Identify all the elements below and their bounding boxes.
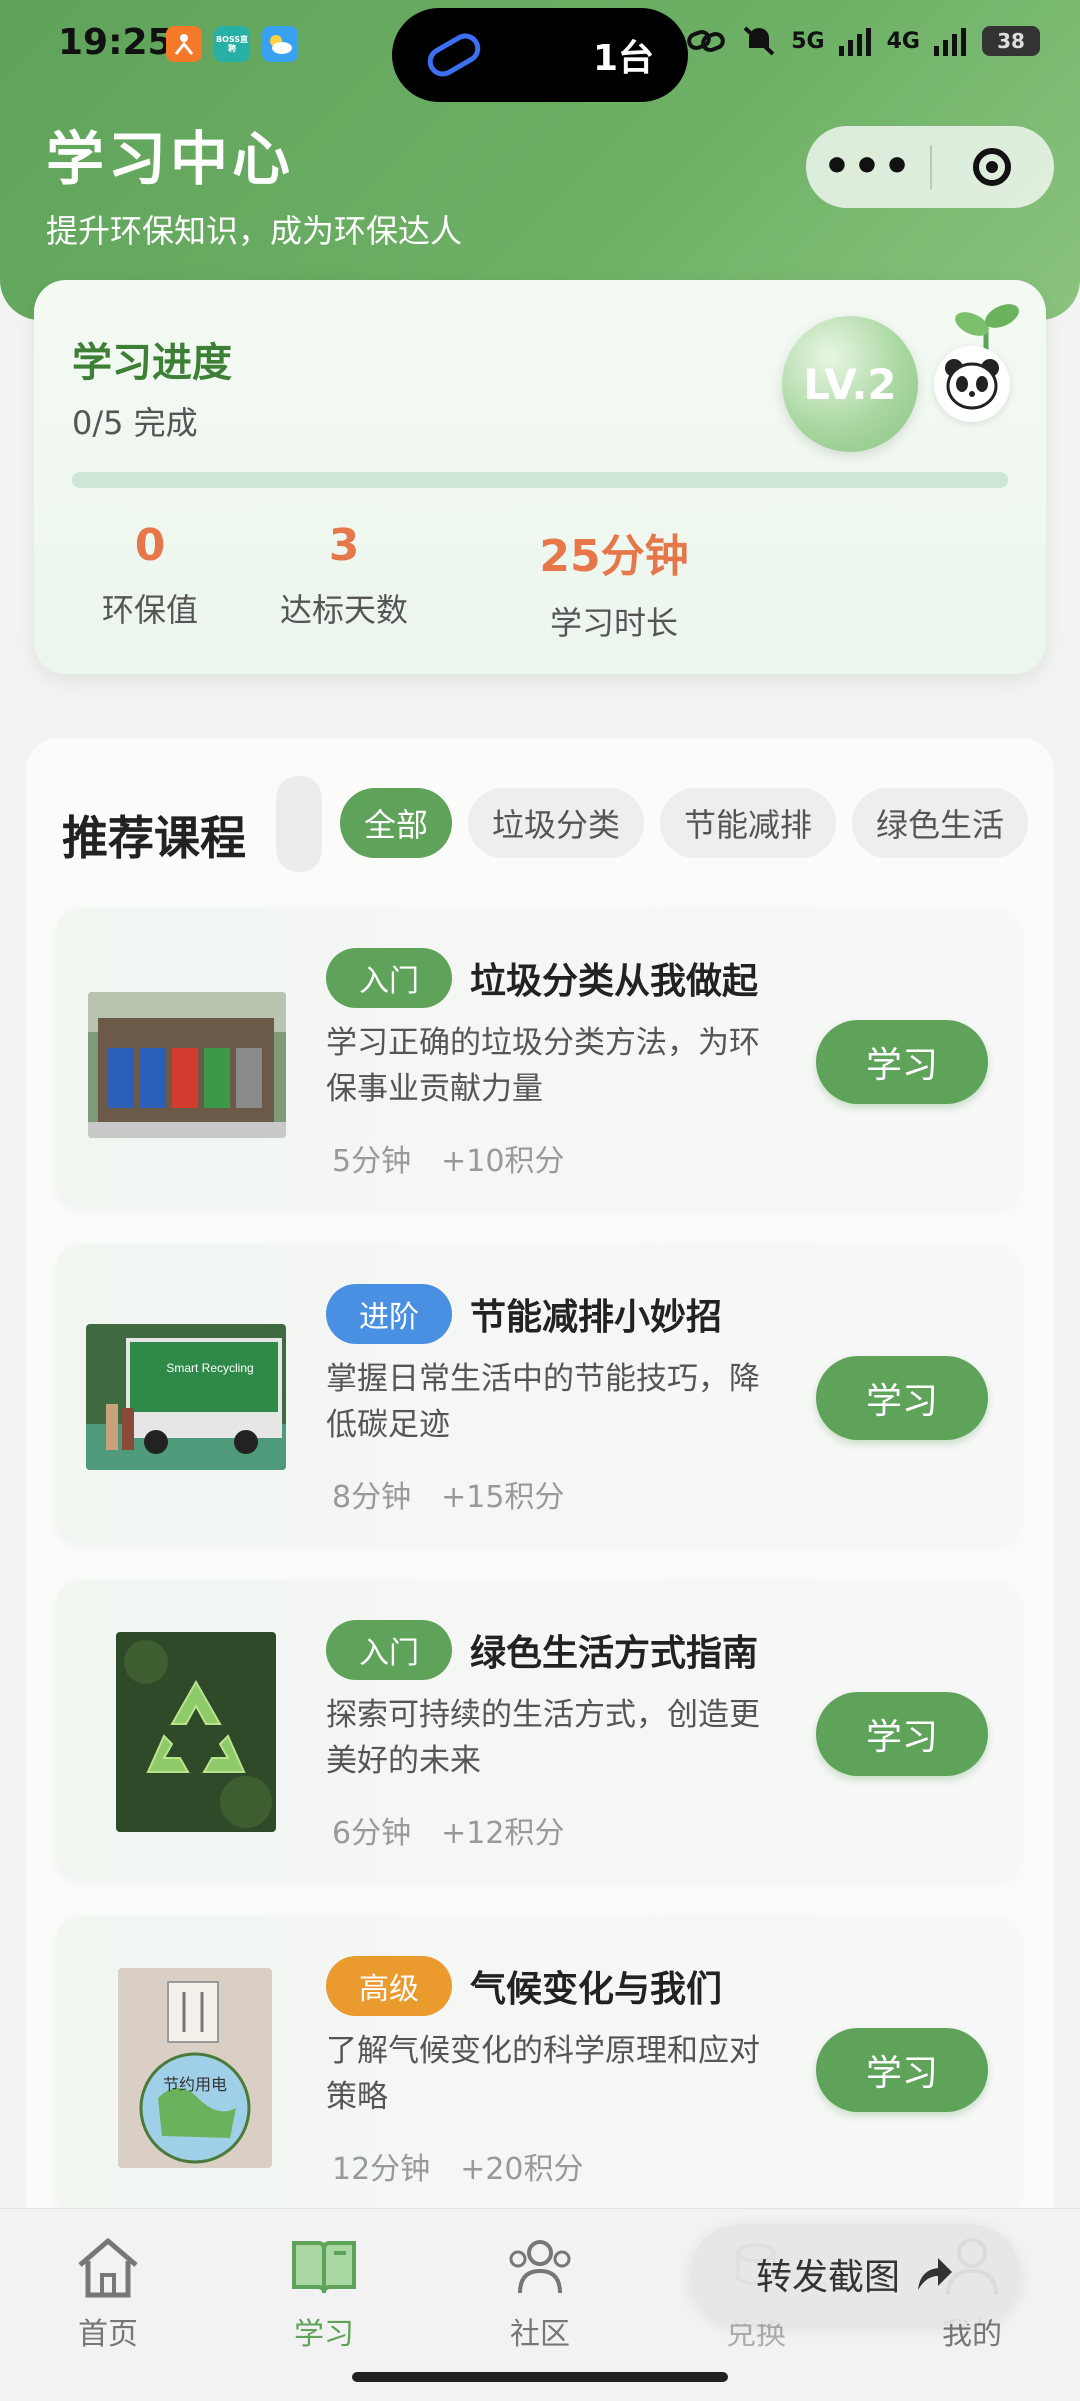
battery-icon: 38 [982, 26, 1040, 56]
sign-text: 节约用电 [163, 2076, 227, 2094]
stat-value: 3 [328, 520, 360, 571]
course-description: 探索可持续的生活方式，创造更美好的未来 [326, 1697, 760, 1779]
stat-value: 0 [134, 520, 166, 571]
miniprogram-capsule: ••• [806, 126, 1054, 208]
study-button[interactable]: 学习 [816, 1356, 988, 1440]
progress-completed: 0/5 完成 [72, 404, 198, 442]
course-thumbnail: Smart Recycling [86, 1324, 286, 1470]
app-notification-icon [166, 26, 202, 62]
course-meta: 12分钟 +20积分 [332, 2144, 584, 2188]
section-title: 推荐课程 [62, 811, 246, 865]
course-duration: 12分钟 [332, 2152, 431, 2187]
course-thumbnail [116, 1632, 276, 1832]
course-card[interactable]: 入门 垃圾分类从我做起 学习正确的垃圾分类方法，为环保事业贡献力量 5分钟 +1… [56, 908, 1020, 1208]
network-4g-label: 4G [886, 28, 920, 54]
course-card[interactable]: Smart Recycling 进阶 节能减排小妙招 掌握日常生活中的节能技巧，… [56, 1244, 1020, 1544]
panda-avatar[interactable] [934, 346, 1010, 422]
stat-study-time: 25分钟 学习时长 [464, 520, 764, 644]
tab-study[interactable]: 学习 [254, 2233, 394, 2353]
course-points: +20积分 [460, 2152, 584, 2187]
course-thumbnail [88, 992, 286, 1138]
course-thumbnail: 节约用电 [118, 1968, 272, 2168]
progress-title: 学习进度 [72, 340, 232, 386]
stat-label: 环保值 [101, 591, 198, 629]
status-app-icons: BOSS直聘 [166, 26, 298, 62]
course-meta: 5分钟 +10积分 [332, 1136, 564, 1180]
book-icon [292, 2241, 356, 2294]
level-badge: LV.2 [782, 316, 918, 452]
level-badge: 入门 [326, 948, 452, 1008]
boss-app-icon: BOSS直聘 [214, 26, 250, 62]
tab-label: 学习 [294, 2317, 354, 2352]
course-description: 学习正确的垃圾分类方法，为环保事业贡献力量 [326, 1025, 760, 1107]
stat-value: 25分钟 [539, 531, 689, 582]
level-badge: 入门 [326, 1620, 452, 1680]
study-button[interactable]: 学习 [816, 1020, 988, 1104]
close-miniprogram-button[interactable] [932, 148, 1052, 186]
home-icon [78, 2238, 138, 2298]
share-screenshot-button[interactable]: 转发截图 [690, 2224, 1020, 2324]
study-button[interactable]: 学习 [816, 1692, 988, 1776]
level-badge: 进阶 [326, 1284, 452, 1344]
home-indicator[interactable] [352, 2372, 728, 2382]
level-badge: 高级 [326, 1956, 452, 2016]
mute-icon [743, 26, 775, 56]
course-title: 节能减排小妙招 [470, 1297, 723, 1338]
tabs-scroll-edge [276, 776, 322, 872]
course-title: 垃圾分类从我做起 [470, 961, 759, 1002]
hotspot-link-icon [687, 29, 726, 53]
status-bar: 19:25 BOSS直聘 1台 5G 4G 38 [0, 0, 1080, 102]
status-time: 19:25 [58, 22, 173, 63]
stat-label: 学习时长 [549, 604, 678, 642]
status-indicators: 5G 4G 38 [687, 24, 1040, 58]
more-menu-button[interactable]: ••• [806, 137, 930, 197]
truck-sign-text: Smart Recycling [166, 1361, 253, 1375]
signal-icon [838, 28, 871, 56]
tab-garbage-sorting[interactable]: 垃圾分类 [468, 788, 645, 858]
tab-label: 社区 [510, 2317, 570, 2352]
course-title: 气候变化与我们 [470, 1969, 723, 2010]
learning-progress-card: 学习进度 0/5 完成 LV.2 0 环保值 3 达标天数 25分钟 学习时长 [34, 280, 1046, 674]
course-meta: 6分钟 +12积分 [332, 1808, 564, 1852]
course-points: +15积分 [441, 1480, 565, 1515]
course-duration: 6分钟 [332, 1816, 412, 1851]
dynamic-island[interactable]: 1台 [392, 8, 688, 102]
stat-label: 达标天数 [279, 591, 408, 629]
tab-all[interactable]: 全部 [340, 788, 453, 858]
recommended-courses-panel: 推荐课程 全部 垃圾分类 节能减排 绿色生活 入门 垃圾分类从我做起 学习正确的… [26, 738, 1054, 2238]
network-5g-label: 5G [791, 28, 825, 54]
course-description: 掌握日常生活中的节能技巧，降低碳足迹 [326, 1361, 760, 1443]
progress-bar [72, 472, 1008, 488]
course-title: 绿色生活方式指南 [470, 1633, 759, 1674]
tab-label: 首页 [78, 2317, 138, 2352]
link-icon [422, 28, 486, 82]
signal-icon-2 [934, 28, 966, 56]
course-points: +10积分 [441, 1144, 565, 1179]
tab-community[interactable]: 社区 [470, 2233, 610, 2353]
panda-icon [945, 359, 999, 410]
share-arrow-icon [918, 2258, 952, 2290]
weather-app-icon [262, 26, 298, 62]
course-card[interactable]: 节约用电 高级 气候变化与我们 了解气候变化的科学原理和应对策略 12分钟 +2… [56, 1916, 1020, 2216]
tab-green-living[interactable]: 绿色生活 [852, 788, 1029, 858]
course-card[interactable]: 入门 绿色生活方式指南 探索可持续的生活方式，创造更美好的未来 6分钟 +12积… [56, 1580, 1020, 1880]
course-meta: 8分钟 +15积分 [332, 1472, 564, 1516]
tab-home[interactable]: 首页 [38, 2233, 178, 2353]
community-icon [509, 2240, 571, 2294]
course-duration: 5分钟 [332, 1144, 412, 1179]
study-button[interactable]: 学习 [816, 2028, 988, 2112]
course-duration: 8分钟 [332, 1480, 412, 1515]
page-title: 学习中心 [46, 125, 295, 193]
share-label: 转发截图 [755, 2257, 900, 2298]
category-tabs: 全部 垃圾分类 节能减排 绿色生活 [340, 788, 1029, 858]
page-subtitle: 提升环保知识，成为环保达人 [46, 212, 463, 250]
target-icon [973, 148, 1011, 186]
course-description: 了解气候变化的科学原理和应对策略 [326, 2033, 760, 2115]
island-text: 1台 [592, 38, 654, 79]
stat-days: 3 达标天数 [254, 520, 434, 631]
course-points: +12积分 [441, 1816, 565, 1851]
tab-energy-saving[interactable]: 节能减排 [660, 788, 837, 858]
stat-eco-value: 0 环保值 [90, 520, 210, 631]
